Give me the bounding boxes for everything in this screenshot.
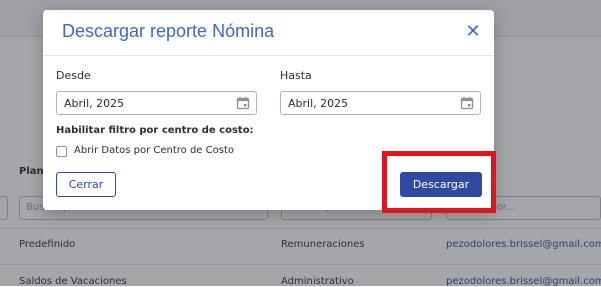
desde-date-value: Abril, 2025 [64,97,125,110]
cerrar-button[interactable]: Cerrar [56,172,116,197]
cost-center-checkbox-label[interactable]: Abrir Datos por Centro de Costo [74,145,234,156]
hasta-label: Hasta [280,69,312,82]
desde-date-input[interactable]: Abril, 2025 [56,91,257,115]
download-report-modal: Descargar reporte Nómina ✕ Desde Abril, … [43,10,494,210]
cost-center-filter-label: Habilitar filtro por centro de costo: [56,125,254,136]
cost-center-checkbox[interactable] [56,146,67,157]
calendar-icon[interactable] [460,96,474,110]
calendar-icon[interactable] [236,96,250,110]
modal-header: Descargar reporte Nómina ✕ [43,10,494,56]
hasta-date-input[interactable]: Abril, 2025 [280,91,481,115]
descargar-button[interactable]: Descargar [400,172,482,197]
close-icon[interactable]: ✕ [464,23,482,41]
hasta-date-value: Abril, 2025 [288,97,349,110]
desde-label: Desde [56,69,91,82]
modal-title: Descargar reporte Nómina [62,21,275,41]
